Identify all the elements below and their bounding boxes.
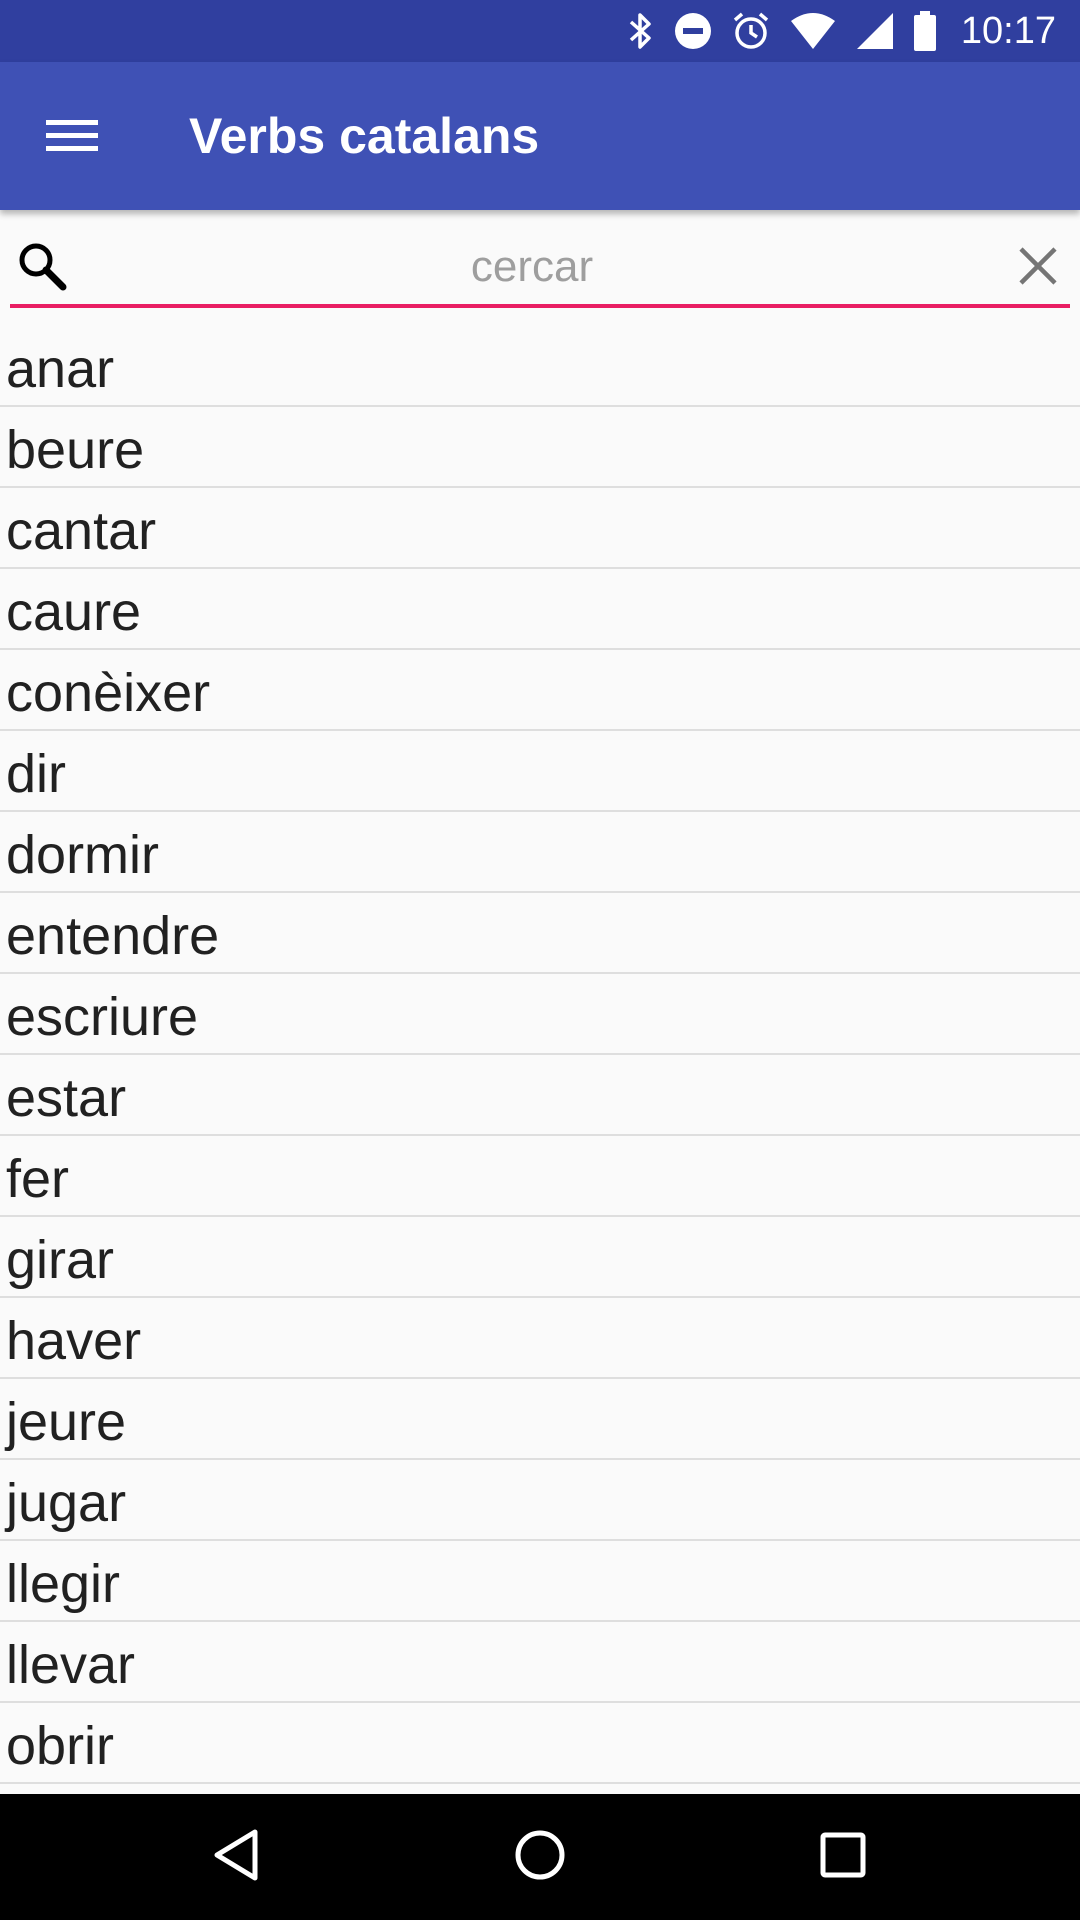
search-bar bbox=[10, 226, 1070, 308]
home-icon bbox=[513, 1828, 567, 1887]
verb-list-item[interactable]: girar bbox=[0, 1217, 1080, 1298]
alarm-icon bbox=[731, 11, 771, 51]
menu-button[interactable] bbox=[30, 96, 114, 180]
verb-list-item[interactable]: dir bbox=[0, 731, 1080, 812]
verb-list-item[interactable]: jeure bbox=[0, 1379, 1080, 1460]
verb-list-item[interactable]: caure bbox=[0, 569, 1080, 650]
verb-list-item[interactable]: dormir bbox=[0, 812, 1080, 893]
wifi-icon bbox=[789, 11, 837, 51]
status-bar: 10:17 bbox=[0, 0, 1080, 62]
verb-list-item[interactable]: jugar bbox=[0, 1460, 1080, 1541]
verb-list-item[interactable]: obrir bbox=[0, 1703, 1080, 1784]
verb-list-item[interactable]: conèixer bbox=[0, 650, 1080, 731]
verb-list-item[interactable]: anar bbox=[0, 326, 1080, 407]
do-not-disturb-icon bbox=[673, 11, 713, 51]
verb-list-item[interactable]: cantar bbox=[0, 488, 1080, 569]
home-button[interactable] bbox=[500, 1817, 580, 1897]
verb-list-item[interactable]: estar bbox=[0, 1055, 1080, 1136]
cell-signal-icon bbox=[855, 11, 895, 51]
verb-list-item[interactable]: entendre bbox=[0, 893, 1080, 974]
search-icon[interactable] bbox=[16, 240, 68, 292]
navigation-bar bbox=[0, 1794, 1080, 1920]
clear-search-button[interactable] bbox=[1010, 240, 1066, 296]
verb-list-item[interactable]: beure bbox=[0, 407, 1080, 488]
verb-list-item[interactable]: llevar bbox=[0, 1622, 1080, 1703]
back-icon bbox=[211, 1828, 261, 1887]
status-time: 10:17 bbox=[960, 9, 1056, 52]
battery-icon bbox=[913, 10, 937, 52]
back-button[interactable] bbox=[196, 1817, 276, 1897]
close-icon bbox=[1017, 245, 1059, 292]
recents-button[interactable] bbox=[803, 1817, 883, 1897]
verb-list-item[interactable]: haver bbox=[0, 1298, 1080, 1379]
app-title: Verbs catalans bbox=[189, 108, 540, 164]
verb-list: anar beure cantar caure conèixer dir dor… bbox=[0, 326, 1080, 1784]
verb-list-item[interactable]: llegir bbox=[0, 1541, 1080, 1622]
search-input[interactable] bbox=[80, 230, 984, 304]
bluetooth-icon bbox=[627, 11, 655, 51]
app-bar: Verbs catalans bbox=[0, 62, 1080, 210]
recents-icon bbox=[818, 1830, 868, 1885]
verb-list-item[interactable]: escriure bbox=[0, 974, 1080, 1055]
status-icons: 10:17 bbox=[627, 0, 1056, 62]
menu-icon bbox=[46, 116, 98, 161]
verb-list-item[interactable]: fer bbox=[0, 1136, 1080, 1217]
